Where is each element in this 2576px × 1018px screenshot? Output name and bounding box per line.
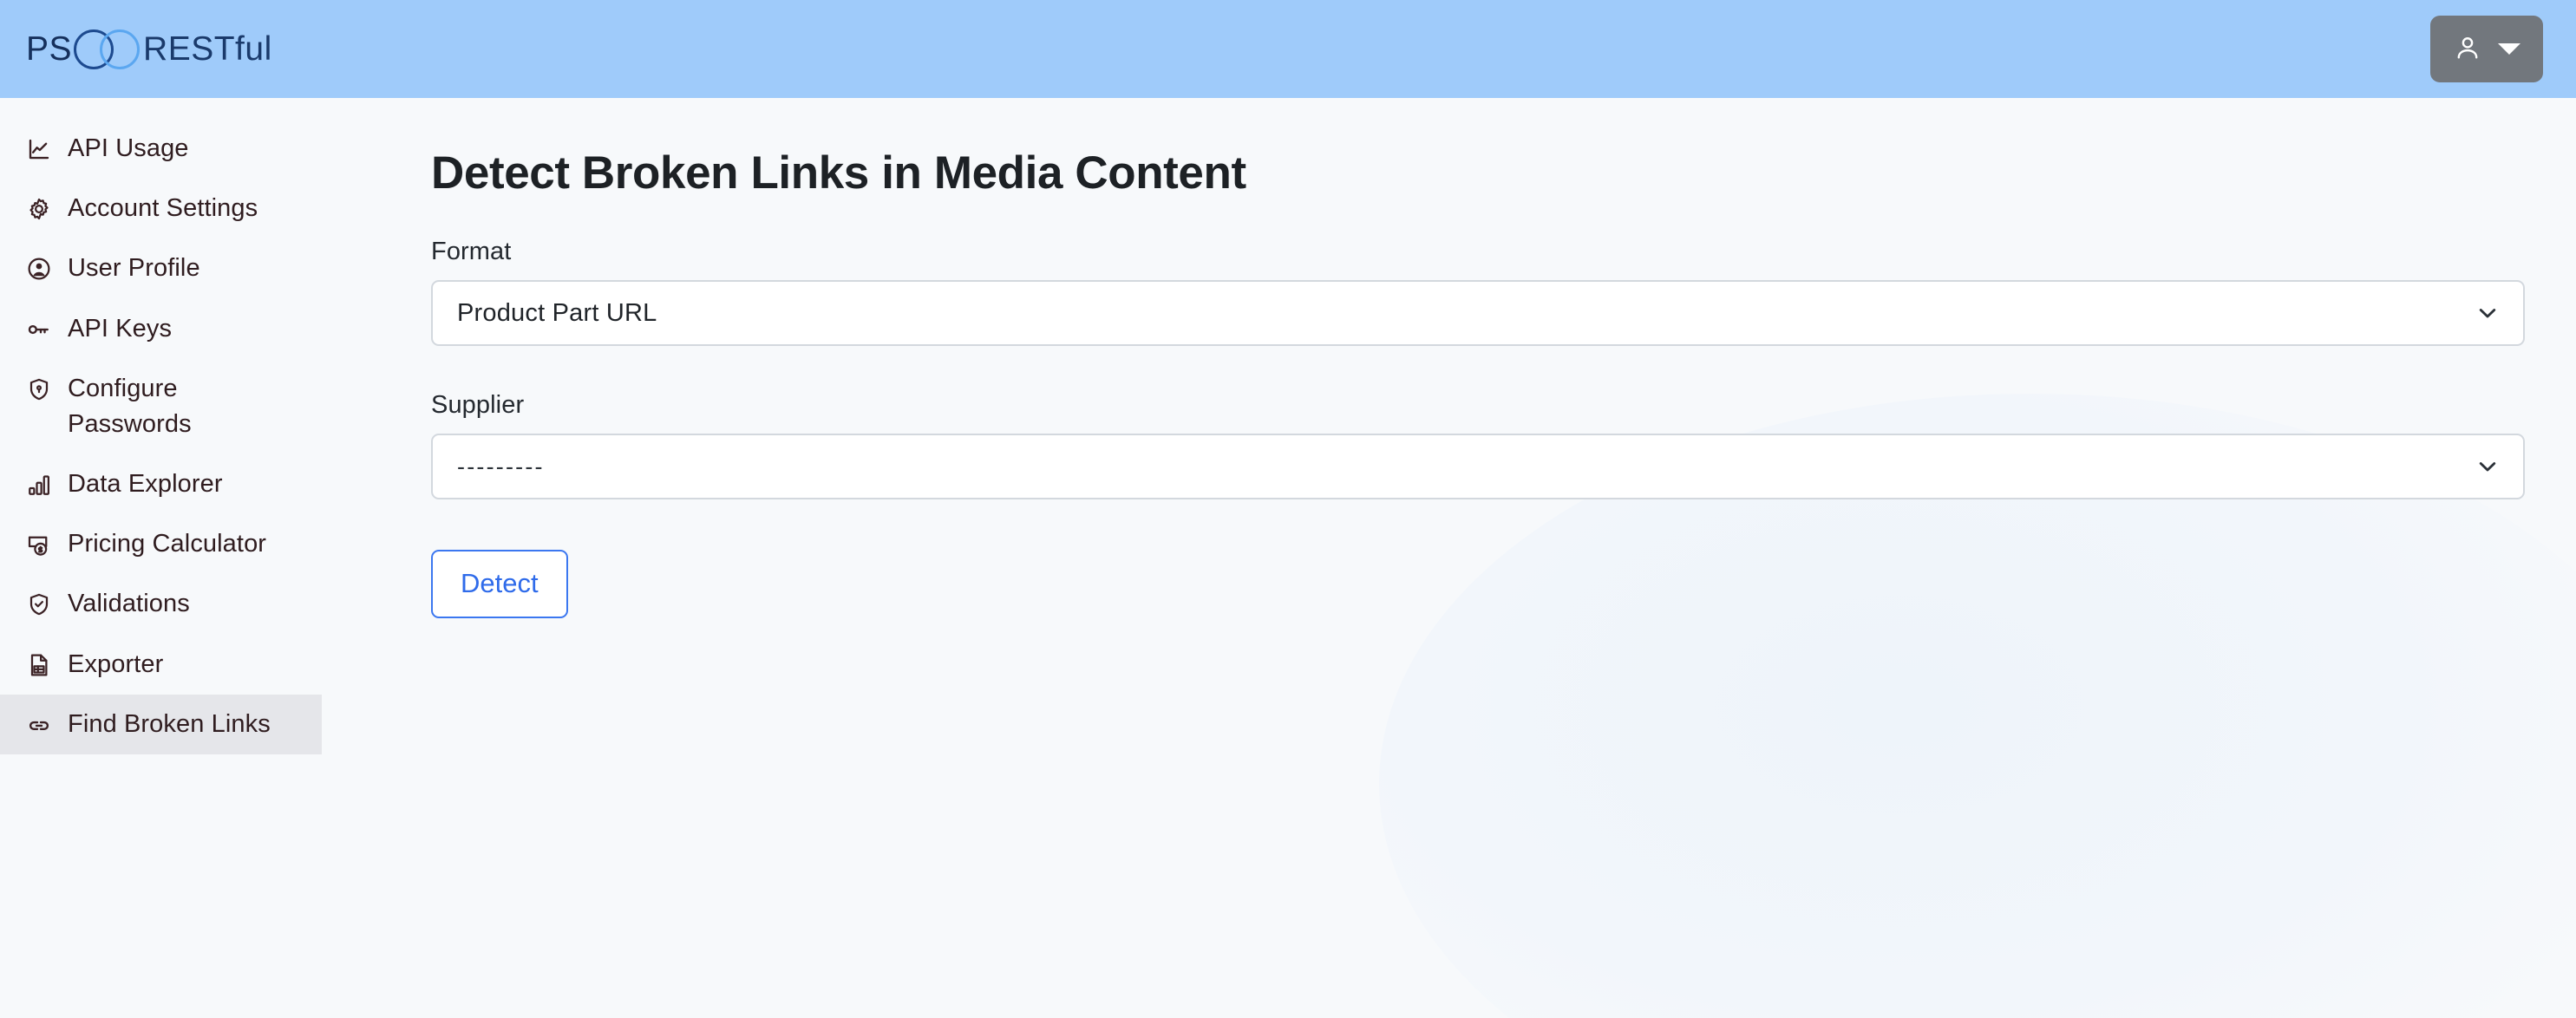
format-field-block: Format Product Part URL xyxy=(431,238,2576,346)
main-content: Detect Broken Links in Media Content For… xyxy=(322,98,2576,1018)
user-icon xyxy=(2453,33,2482,65)
bar-chart-icon xyxy=(26,472,52,498)
supplier-field-block: Supplier --------- xyxy=(431,391,2576,499)
format-select-value: Product Part URL xyxy=(457,298,657,327)
shield-check-icon xyxy=(26,591,52,617)
sidebar-item-exporter[interactable]: Exporter xyxy=(0,635,322,695)
sidebar-item-label: Validations xyxy=(68,590,190,618)
file-spreadsheet-icon xyxy=(26,652,52,678)
supplier-label: Supplier xyxy=(431,391,525,419)
sidebar-item-label: API Usage xyxy=(68,134,189,162)
chart-line-icon xyxy=(26,136,52,162)
sidebar-item-data-explorer[interactable]: Data Explorer xyxy=(0,454,322,514)
supplier-select-value: --------- xyxy=(457,453,545,480)
detect-button[interactable]: Detect xyxy=(431,550,568,618)
sidebar-item-configure-passwords[interactable]: Configure Passwords xyxy=(0,359,322,454)
sidebar-item-pricing-calculator[interactable]: Pricing Calculator xyxy=(0,514,322,574)
sidebar-item-account-settings[interactable]: Account Settings xyxy=(0,179,322,238)
sidebar-item-user-profile[interactable]: User Profile xyxy=(0,238,322,298)
key-icon xyxy=(26,316,52,343)
top-header-bar: PS RESTful xyxy=(0,0,2576,98)
account-menu-button[interactable] xyxy=(2430,16,2543,82)
sidebar-item-api-keys[interactable]: API Keys xyxy=(0,299,322,359)
chevron-down-icon xyxy=(2475,300,2501,326)
overlapping-circles-icon xyxy=(74,29,141,69)
page-title: Detect Broken Links in Media Content xyxy=(431,147,1246,199)
chevron-down-icon xyxy=(2475,454,2501,480)
gear-icon xyxy=(26,196,52,222)
sidebar-item-label: Account Settings xyxy=(68,194,258,223)
brand-suffix: RESTful xyxy=(143,30,272,68)
brand-logo[interactable]: PS RESTful xyxy=(26,29,272,69)
shield-lock-icon xyxy=(26,376,52,402)
format-select[interactable]: Product Part URL xyxy=(431,280,2525,346)
sidebar-item-label: Pricing Calculator xyxy=(68,530,267,558)
sidebar-item-api-usage[interactable]: API Usage xyxy=(0,119,322,179)
sidebar-item-label: Data Explorer xyxy=(68,470,223,499)
money-dollar-icon xyxy=(26,532,52,558)
format-label: Format xyxy=(431,238,512,265)
sidebar-item-label: API Keys xyxy=(68,314,173,343)
app-root: PS RESTful API Usage Account Settings Us… xyxy=(0,0,2576,1018)
sidebar-item-label: Exporter xyxy=(68,649,164,678)
sidebar-item-label: User Profile xyxy=(68,254,200,283)
sidebar-item-validations[interactable]: Validations xyxy=(0,574,322,634)
sidebar-nav: API Usage Account Settings User Profile … xyxy=(0,98,322,1018)
body-container: API Usage Account Settings User Profile … xyxy=(0,98,2576,1018)
user-circle-icon xyxy=(26,256,52,282)
brand-prefix: PS xyxy=(26,30,73,68)
sidebar-item-label: Configure Passwords xyxy=(68,374,192,438)
link-icon xyxy=(26,712,52,738)
sidebar-item-label: Find Broken Links xyxy=(68,709,271,738)
supplier-select[interactable]: --------- xyxy=(431,434,2525,499)
sidebar-item-find-broken-links[interactable]: Find Broken Links xyxy=(0,694,322,754)
caret-down-icon xyxy=(2498,43,2520,55)
